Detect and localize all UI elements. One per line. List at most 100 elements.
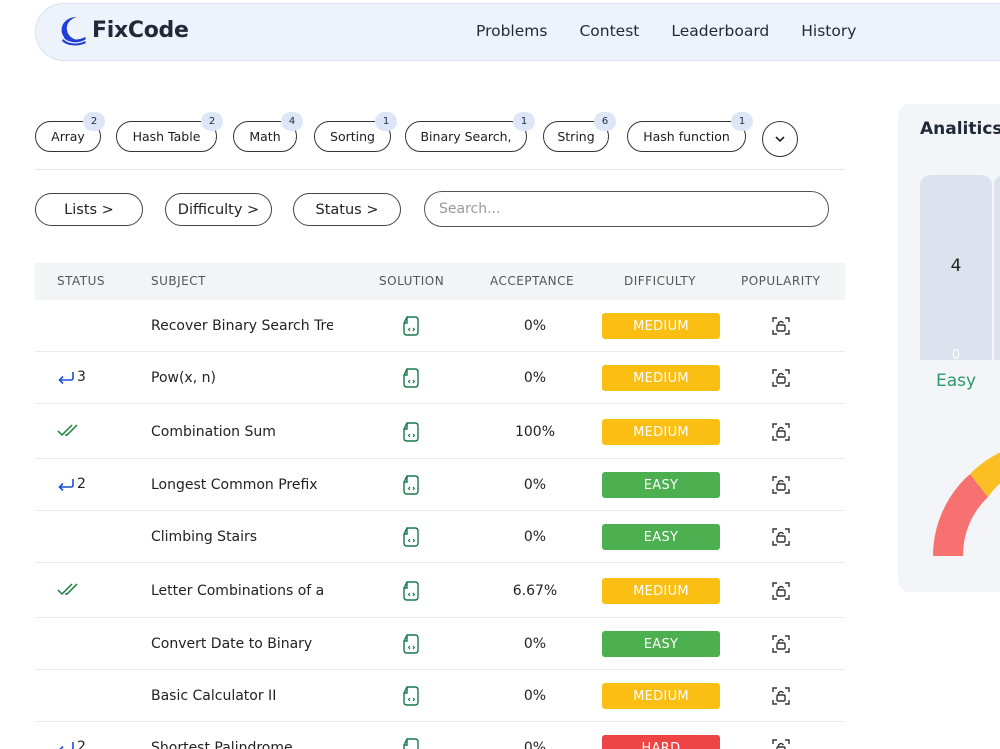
nav-contest[interactable]: Contest (579, 22, 639, 40)
table-header: STATUS SUBJECT SOLUTION ACCEPTANCE DIFFI… (35, 263, 845, 300)
tag-count-badge: 6 (594, 112, 616, 131)
tag-hash-function[interactable]: Hash function (627, 121, 746, 152)
nav-problems[interactable]: Problems (476, 22, 547, 40)
return-arrow-icon (58, 372, 74, 384)
difficulty-badge: HARD (602, 735, 720, 749)
return-arrow-icon (59, 742, 74, 749)
row-status: 2 (57, 476, 86, 492)
problem-title-link[interactable]: Longest Common Prefix (151, 477, 333, 493)
difficulty-badge: EASY (602, 524, 720, 550)
status-filter-button[interactable]: Status > (293, 193, 401, 226)
main-nav: Problems Contest Leaderboard History (476, 22, 888, 40)
topic-tags: Array 2 Hash Table 2 Math 4 Sorting 1 Bi… (35, 112, 845, 170)
lists-filter-button[interactable]: Lists > (35, 193, 143, 226)
popularity-lock-icon[interactable] (771, 422, 791, 442)
top-navbar: FixCode Problems Contest Leaderboard His… (35, 3, 1000, 61)
tag-label: Sorting (330, 129, 375, 144)
row-status: 3 (57, 369, 86, 385)
solution-file-icon[interactable] (401, 580, 421, 602)
tag-label: Hash Table (132, 129, 201, 144)
difficulty-badge: MEDIUM (602, 578, 720, 604)
solution-file-icon[interactable] (401, 315, 421, 337)
table-row[interactable]: Basic Calculator II 0% MEDIUM (35, 670, 845, 722)
table-row[interactable]: Climbing Stairs 0% EASY (35, 511, 845, 563)
table-row[interactable]: 2 Longest Common Prefix 0% EASY (35, 459, 845, 511)
difficulty-badge: EASY (602, 472, 720, 498)
problem-title-link[interactable]: Recover Binary Search Tree (151, 318, 333, 334)
difficulty-badge: MEDIUM (602, 683, 720, 709)
tag-label: Array (51, 129, 85, 144)
tag-count-badge: 1 (375, 112, 397, 131)
table-row[interactable]: Letter Combinations of a 6.67% MEDIUM (35, 563, 845, 618)
analytics-card: Analitics 4 0 Easy (898, 104, 1000, 592)
problem-title-link[interactable]: Basic Calculator II (151, 688, 333, 704)
medium-bar-track (994, 175, 1000, 360)
col-popularity[interactable]: POPULARITY (741, 274, 820, 288)
more-tags-button[interactable] (762, 121, 798, 157)
difficulty-badge: MEDIUM (602, 419, 720, 445)
difficulty-gauge (933, 452, 1000, 556)
row-status: 2 (57, 739, 86, 749)
difficulty-badge: MEDIUM (602, 313, 720, 339)
col-status[interactable]: STATUS (57, 274, 105, 288)
double-check-icon (57, 583, 78, 596)
tag-label: String (557, 129, 595, 144)
table-row[interactable]: 2 Shortest Palindrome 0% HARD (35, 722, 845, 749)
table-row[interactable]: 3 Pow(x, n) 0% MEDIUM (35, 352, 845, 404)
chevron-down-icon (775, 135, 785, 142)
brand-name: FixCode (92, 17, 189, 43)
row-status (57, 423, 79, 437)
solution-file-icon[interactable] (401, 474, 421, 496)
popularity-lock-icon[interactable] (771, 368, 791, 388)
col-difficulty[interactable]: DIFFICULTY (624, 274, 696, 288)
solution-file-icon[interactable] (401, 367, 421, 389)
solution-file-icon[interactable] (401, 737, 421, 749)
problem-title-link[interactable]: Combination Sum (151, 424, 333, 440)
easy-bar-label: Easy (935, 371, 977, 391)
col-subject[interactable]: SUBJECT (151, 274, 206, 288)
tag-binary-search[interactable]: Binary Search, (405, 121, 527, 152)
problem-title-link[interactable]: Letter Combinations of a (151, 583, 333, 599)
double-check-icon (57, 424, 78, 437)
search-input[interactable] (424, 191, 829, 227)
difficulty-filter-button[interactable]: Difficulty > (165, 193, 272, 226)
popularity-lock-icon[interactable] (771, 581, 791, 601)
easy-bar-zero: 0 (951, 348, 961, 363)
col-acceptance[interactable]: ACCEPTANCE (490, 274, 574, 288)
popularity-lock-icon[interactable] (771, 634, 791, 654)
tag-count-badge: 2 (83, 112, 105, 131)
popularity-lock-icon[interactable] (771, 686, 791, 706)
popularity-lock-icon[interactable] (771, 527, 791, 547)
solution-file-icon[interactable] (401, 526, 421, 548)
problem-title-link[interactable]: Convert Date to Binary (151, 636, 333, 652)
moon-logo-icon (61, 17, 86, 46)
problem-title-link[interactable]: Climbing Stairs (151, 529, 333, 545)
analytics-title: Analitics (920, 119, 1000, 139)
tag-label: Math (249, 129, 281, 144)
tag-count-badge: 4 (281, 112, 303, 131)
popularity-lock-icon[interactable] (771, 475, 791, 495)
status-count: 2 (77, 476, 86, 492)
table-row[interactable]: Recover Binary Search Tree 0% MEDIUM (35, 300, 845, 352)
table-row[interactable]: Combination Sum 100% MEDIUM (35, 404, 845, 459)
nav-history[interactable]: History (801, 22, 856, 40)
difficulty-badge: MEDIUM (602, 365, 720, 391)
tag-count-badge: 2 (201, 112, 223, 131)
tag-count-badge: 1 (513, 112, 535, 131)
difficulty-badge: EASY (602, 631, 720, 657)
col-solution[interactable]: SOLUTION (379, 274, 444, 288)
solution-file-icon[interactable] (401, 633, 421, 655)
problem-title-link[interactable]: Shortest Palindrome (151, 740, 333, 749)
solution-file-icon[interactable] (401, 685, 421, 707)
solution-file-icon[interactable] (401, 421, 421, 443)
tag-label: Binary Search, (420, 129, 512, 144)
problem-title-link[interactable]: Pow(x, n) (151, 370, 333, 386)
row-status (57, 582, 79, 596)
status-count: 3 (77, 369, 86, 385)
table-row[interactable]: Convert Date to Binary 0% EASY (35, 618, 845, 670)
return-arrow-icon (58, 479, 74, 491)
nav-leaderboard[interactable]: Leaderboard (671, 22, 769, 40)
brand-logo[interactable]: FixCode (56, 13, 189, 47)
popularity-lock-icon[interactable] (771, 738, 791, 749)
popularity-lock-icon[interactable] (771, 316, 791, 336)
